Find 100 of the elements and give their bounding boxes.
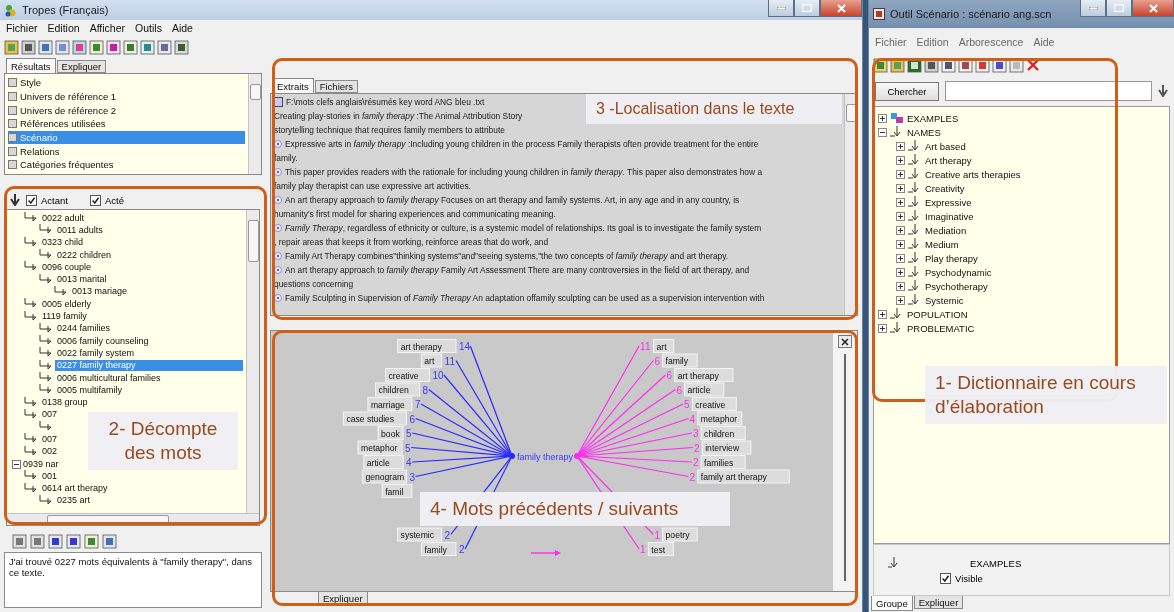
tab[interactable]: Expliquer — [913, 596, 964, 609]
expand-icon[interactable] — [896, 155, 905, 165]
search-button[interactable]: Chercher — [875, 81, 939, 101]
expand-icon[interactable] — [896, 295, 905, 305]
expand-icon[interactable] — [878, 309, 887, 319]
expand-icon[interactable] — [896, 197, 905, 207]
tree-item[interactable]: Art based — [925, 140, 966, 152]
tab[interactable]: Expliquer — [56, 60, 107, 73]
tree-item[interactable]: 007 — [40, 409, 60, 421]
tree-item[interactable]: 002 — [40, 446, 60, 458]
delete-icon[interactable] — [1026, 58, 1040, 72]
chart-icon[interactable] — [84, 533, 99, 549]
collapse-icon[interactable] — [12, 459, 21, 469]
tree-item[interactable]: Expressive — [925, 196, 972, 208]
tree-item[interactable]: 0138 group — [40, 397, 90, 409]
window-icon[interactable] — [38, 39, 53, 55]
tree-item[interactable]: Creative arts therapies — [925, 168, 1021, 180]
tree-item[interactable]: Creativity — [925, 182, 965, 194]
tab[interactable]: Groupe — [871, 596, 913, 611]
book-icon[interactable] — [174, 39, 189, 55]
tree-item[interactable]: 0013 mariage — [70, 286, 130, 298]
checkbox[interactable] — [940, 573, 951, 584]
tree-item[interactable]: 0939 nar — [21, 458, 61, 470]
list-item[interactable]: Relations — [8, 144, 245, 159]
tree-item[interactable]: 0244 families — [55, 323, 113, 335]
tree-item[interactable]: 007 — [40, 434, 60, 445]
expand-icon[interactable] — [896, 183, 905, 193]
tree-item[interactable]: POPULATION — [907, 308, 968, 320]
minimize-button[interactable] — [1080, 0, 1106, 17]
search-field[interactable] — [945, 81, 1152, 101]
expand-icon[interactable] — [896, 169, 905, 179]
list-icon[interactable] — [66, 533, 81, 549]
tree-item[interactable]: EXAMPLES — [907, 112, 959, 124]
tree-item[interactable]: 0222 children — [55, 249, 114, 261]
copy-icon[interactable] — [55, 39, 70, 55]
tree-item[interactable]: 1119 family — [40, 311, 89, 322]
tree-item[interactable]: 0323 child — [40, 237, 86, 249]
tree-item[interactable]: 0614 art therapy — [40, 483, 110, 495]
tree-item[interactable]: NAMES — [907, 126, 941, 138]
tree-item[interactable]: Play therapy — [925, 252, 978, 264]
collapse-icon[interactable] — [878, 127, 887, 137]
tree-item[interactable]: 0013 marital — [55, 274, 109, 286]
menu-item[interactable]: Afficher — [89, 22, 126, 34]
expand-icon[interactable] — [896, 239, 905, 249]
tree-item[interactable]: 0096 couple — [40, 261, 94, 273]
people-icon[interactable] — [89, 39, 104, 55]
menu-item[interactable]: Aide — [171, 22, 193, 34]
menu-item[interactable]: Aide — [1033, 36, 1055, 48]
folder-icon[interactable] — [4, 39, 19, 55]
down-arrow-icon[interactable] — [1158, 85, 1168, 97]
list-item[interactable]: Catégories fréquentes — [8, 158, 245, 172]
list-item[interactable]: Univers de référence 1 — [8, 89, 245, 104]
tree-item[interactable]: 0006 multicultural families — [55, 372, 163, 384]
expand-icon[interactable] — [896, 253, 905, 263]
tree-item[interactable]: 0022 adult — [40, 212, 87, 224]
minimize-button[interactable] — [768, 0, 794, 17]
list-item[interactable]: Style — [8, 76, 245, 90]
tab[interactable]: Fichiers — [314, 80, 358, 93]
menu-item[interactable]: Edition — [916, 36, 949, 48]
window-icon[interactable] — [102, 533, 117, 549]
bars-icon[interactable] — [106, 39, 121, 55]
sort-icon[interactable] — [48, 533, 63, 549]
tree-item[interactable]: Psychotherapy — [925, 280, 988, 292]
tree-item[interactable]: 001 — [40, 470, 60, 482]
tree-item[interactable]: Mediation — [925, 224, 967, 236]
maximize-button[interactable] — [794, 0, 820, 17]
menu-item[interactable]: Arborescence — [958, 36, 1024, 48]
scrollbar[interactable] — [246, 210, 259, 513]
printer-icon[interactable] — [21, 39, 36, 55]
checkbox[interactable] — [89, 194, 101, 206]
expand-icon[interactable] — [896, 211, 905, 221]
tree-item[interactable]: 0005 elderly — [40, 298, 94, 310]
tab[interactable]: Résultats — [6, 58, 56, 73]
expand-icon[interactable] — [896, 267, 905, 277]
list-item[interactable]: Références utilisées — [8, 117, 245, 131]
tree-item[interactable]: 0005 multifamily — [55, 384, 125, 396]
chart-icon[interactable] — [123, 39, 138, 55]
expand-icon[interactable] — [896, 281, 905, 291]
expand-icon[interactable] — [878, 113, 887, 123]
grid-icon[interactable] — [72, 39, 87, 55]
close-button[interactable] — [838, 335, 852, 348]
tree-item[interactable]: 0022 family system — [55, 347, 137, 359]
tree-item[interactable]: 0235 art — [55, 495, 93, 507]
tree-item[interactable]: Art therapy — [925, 154, 972, 166]
tree-item[interactable]: Imaginative — [925, 210, 974, 222]
tree-item[interactable]: Medium — [925, 238, 959, 250]
menu-item[interactable]: Fichier — [875, 36, 907, 48]
tree-item[interactable]: PROBLEMATIC — [907, 322, 975, 334]
menu-item[interactable]: Fichier — [6, 22, 38, 34]
expand-icon[interactable] — [896, 141, 905, 151]
tree-item[interactable]: Systemic — [925, 294, 964, 306]
scrollbar[interactable] — [248, 74, 261, 174]
expand-icon[interactable] — [878, 323, 887, 333]
menu-item[interactable]: Outils — [135, 22, 162, 34]
expand-icon[interactable] — [896, 225, 905, 235]
tree-item[interactable]: Psychodynamic — [925, 266, 992, 278]
table-icon[interactable] — [140, 39, 155, 55]
tree-item[interactable]: 0006 family counseling — [55, 335, 151, 347]
checkbox[interactable] — [26, 194, 37, 206]
tree-item[interactable]: 0011 adults — [55, 224, 105, 236]
